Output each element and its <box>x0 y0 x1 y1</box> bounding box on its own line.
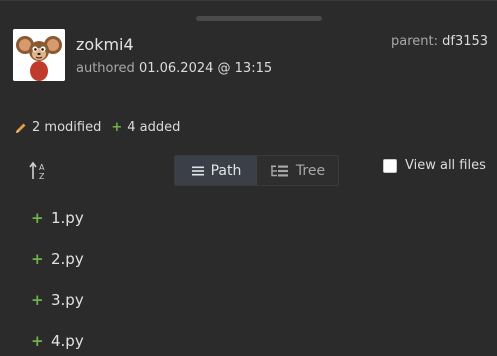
authored-line: authored 01.06.2024 @ 13:15 <box>76 61 272 76</box>
file-row[interactable]: + 4.py <box>0 320 497 356</box>
file-row[interactable]: + 1.py <box>0 197 497 238</box>
file-name: 4.py <box>51 331 84 350</box>
commit-details-panel: zokmi4 authored 01.06.2024 @ 13:15 paren… <box>0 0 497 356</box>
authored-label: authored <box>76 61 135 76</box>
added-count: 4 added <box>127 120 181 135</box>
tab-path[interactable]: Path <box>175 156 257 185</box>
pencil-icon <box>16 123 26 133</box>
svg-text:A: A <box>39 163 45 172</box>
tree-icon <box>270 165 288 176</box>
view-all-files-checkbox[interactable] <box>383 158 397 173</box>
added-status-icon: + <box>31 331 44 350</box>
list-icon <box>191 166 204 175</box>
file-list: + 1.py + 2.py + 3.py + 4.py <box>0 197 497 356</box>
change-summary: 2 modified + 4 added <box>15 120 180 135</box>
file-name: 2.py <box>51 249 84 268</box>
added-plus-icon: + <box>111 120 123 135</box>
cheburashka-avatar-icon <box>13 29 65 81</box>
authored-date: 01.06.2024 @ 13:15 <box>138 61 273 76</box>
parent-hash-link[interactable]: df3153 <box>442 34 488 49</box>
file-name: 1.py <box>51 208 84 227</box>
added-status-icon: + <box>31 290 44 309</box>
view-all-files-toggle[interactable]: View all files <box>383 158 486 173</box>
view-all-files-label: View all files <box>405 158 486 173</box>
added-status-icon: + <box>31 208 44 227</box>
sort-alpha-icon: A Z <box>29 161 45 181</box>
file-row[interactable]: + 3.py <box>0 279 497 320</box>
avatar <box>13 29 65 81</box>
tab-tree-label: Tree <box>295 162 326 179</box>
sort-button[interactable]: A Z <box>29 160 49 182</box>
view-mode-toggle: Path Tree <box>174 155 339 186</box>
author-name: zokmi4 <box>76 35 134 54</box>
added-status-icon: + <box>31 249 44 268</box>
tab-tree[interactable]: Tree <box>257 156 338 185</box>
modified-count: 2 modified <box>32 120 102 135</box>
file-row[interactable]: + 2.py <box>0 238 497 279</box>
file-name: 3.py <box>51 290 84 309</box>
drag-handle[interactable] <box>196 16 322 21</box>
parent-label: parent: <box>391 34 438 49</box>
parent-commit: parent: df3153 <box>391 34 488 49</box>
svg-text:Z: Z <box>39 172 45 181</box>
tab-path-label: Path <box>210 162 242 179</box>
